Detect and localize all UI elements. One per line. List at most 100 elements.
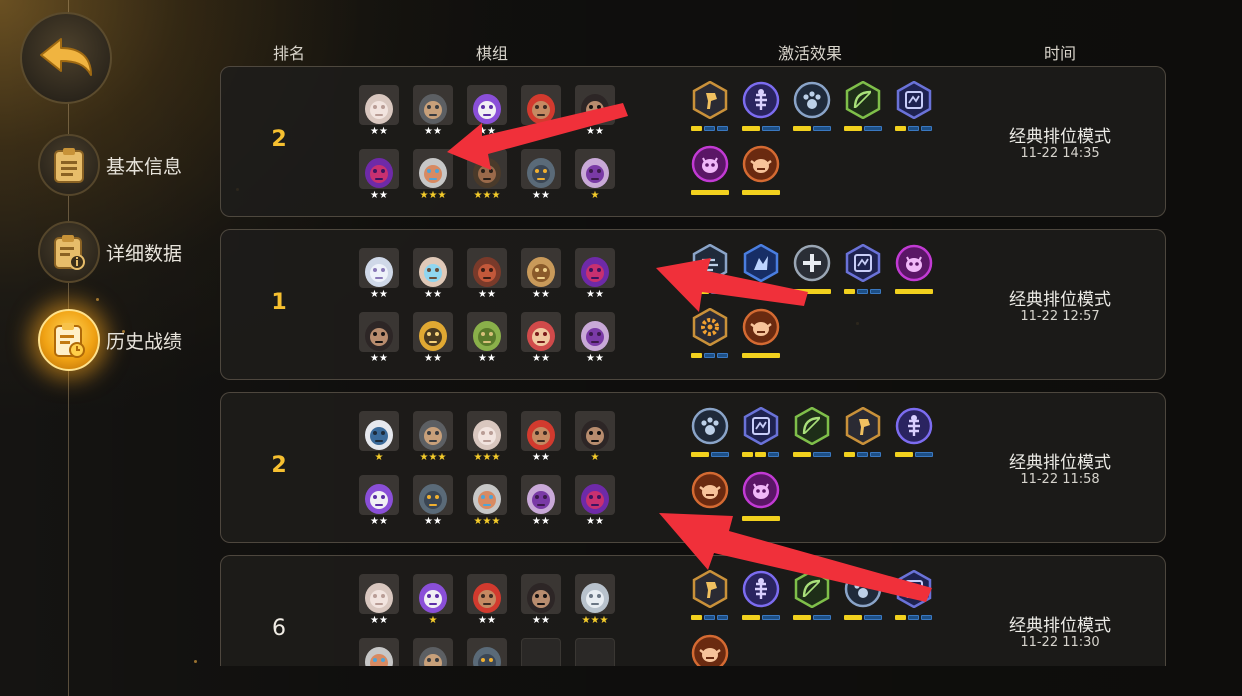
trait-badge[interactable] — [691, 243, 729, 283]
hero-portrait[interactable] — [575, 149, 615, 189]
hero-portrait[interactable] — [521, 149, 561, 189]
trait-badge[interactable] — [691, 407, 729, 445]
hero-portrait[interactable] — [575, 312, 615, 352]
hero-portrait[interactable] — [467, 638, 507, 666]
empty-hero-slot[interactable] — [575, 638, 615, 666]
trait-badge[interactable] — [742, 406, 780, 446]
hero-portrait[interactable] — [521, 312, 561, 352]
hero-portrait[interactable] — [413, 411, 453, 451]
trait-badge[interactable] — [742, 471, 780, 509]
hero-portrait[interactable] — [359, 411, 399, 451]
sidebar-item-basic-info[interactable]: 基本信息 — [38, 134, 182, 196]
hero-portrait[interactable] — [413, 475, 453, 515]
trait-badge[interactable] — [844, 243, 882, 283]
trait-badge[interactable] — [691, 471, 729, 509]
hero-portrait[interactable] — [359, 475, 399, 515]
sidebar-item-history[interactable]: 历史战绩 — [38, 309, 182, 371]
purple-demon-hero-icon — [575, 248, 615, 288]
hero-portrait[interactable] — [413, 85, 453, 125]
hero-portrait[interactable] — [575, 248, 615, 288]
hero-portrait[interactable] — [413, 149, 453, 189]
trait-badge[interactable] — [691, 145, 729, 183]
hero-portrait[interactable] — [467, 248, 507, 288]
trait-badge[interactable] — [793, 244, 831, 282]
trait-badge[interactable] — [742, 145, 780, 183]
masked-assassin-hero-icon — [521, 475, 561, 515]
trait-level-segment — [691, 353, 702, 358]
hero-stars: ★★ — [478, 353, 496, 364]
dark-swordsman-hero-icon — [575, 411, 615, 451]
trait-level-segment — [921, 615, 932, 620]
trait-level-segment — [704, 126, 715, 131]
hero-portrait[interactable] — [467, 85, 507, 125]
trait-level-bar — [742, 516, 780, 521]
trait-badge[interactable] — [793, 569, 831, 609]
clipboard-history-icon — [54, 323, 85, 358]
nav-icon-wrap — [38, 309, 100, 371]
hero-portrait[interactable] — [521, 85, 561, 125]
trait-level-bar — [691, 615, 728, 620]
trait-level-bar — [691, 516, 729, 521]
hero-portrait[interactable] — [359, 638, 399, 666]
hero-portrait[interactable] — [521, 475, 561, 515]
spellbook-icon — [743, 406, 779, 446]
trait-badge[interactable] — [895, 569, 933, 609]
match-card[interactable]: 2 ★★ ★★ ★★ ★★ ★★ ★★ ★★★ ★★★ ★★ ★ 经典排位模式 … — [220, 66, 1166, 217]
hero-stars: ★★ — [478, 615, 496, 626]
hero-portrait[interactable] — [413, 248, 453, 288]
hero-portrait[interactable] — [575, 574, 615, 614]
hero-portrait[interactable] — [521, 248, 561, 288]
trait-badge[interactable] — [844, 570, 882, 608]
trait-level-bar — [895, 289, 933, 294]
hero-portrait[interactable] — [467, 475, 507, 515]
trait-badge[interactable] — [691, 80, 729, 120]
hero-portrait[interactable] — [575, 85, 615, 125]
hero-portrait[interactable] — [467, 149, 507, 189]
trait-badge[interactable] — [691, 569, 729, 609]
trait-badge[interactable] — [742, 81, 780, 119]
trait-level-segment — [717, 615, 728, 620]
trait-level-segment — [691, 516, 729, 521]
trait-badge[interactable] — [895, 244, 933, 282]
trait-badge[interactable] — [742, 243, 780, 283]
hero-portrait[interactable] — [575, 475, 615, 515]
empty-hero-slot[interactable] — [521, 638, 561, 666]
red-bandana-hero-icon — [467, 574, 507, 614]
hero-portrait[interactable] — [359, 149, 399, 189]
hero-portrait[interactable] — [413, 638, 453, 666]
trait-badge[interactable] — [895, 80, 933, 120]
trait-badge[interactable] — [844, 80, 882, 120]
hero-stars: ★★★ — [581, 615, 609, 626]
match-history-list[interactable]: 2 ★★ ★★ ★★ ★★ ★★ ★★ ★★★ ★★★ ★★ ★ 经典排位模式 … — [220, 66, 1168, 666]
trait-badge[interactable] — [691, 634, 729, 666]
trait-badge[interactable] — [844, 406, 882, 446]
trait-badge[interactable] — [742, 570, 780, 608]
trait-badge[interactable] — [793, 406, 831, 446]
hero-portrait[interactable] — [521, 574, 561, 614]
hero-portrait[interactable] — [359, 574, 399, 614]
hero-portrait[interactable] — [359, 312, 399, 352]
trait-badge[interactable] — [793, 81, 831, 119]
fish-bone-icon — [895, 407, 933, 445]
trait-level-bar — [691, 353, 728, 358]
hero-portrait[interactable] — [521, 411, 561, 451]
hero-portrait[interactable] — [467, 411, 507, 451]
back-button[interactable] — [20, 12, 112, 104]
trait-badge[interactable] — [691, 307, 729, 347]
hero-portrait[interactable] — [575, 411, 615, 451]
match-card[interactable]: 1 ★★ ★★ ★★ ★★ ★★ ★★ ★★ ★★ ★★ ★★ 经典排位模式 1… — [220, 229, 1166, 380]
hero-portrait[interactable] — [413, 312, 453, 352]
hero-portrait[interactable] — [359, 85, 399, 125]
hero-portrait[interactable] — [413, 574, 453, 614]
hero-portrait[interactable] — [359, 248, 399, 288]
trait-level-segment — [908, 126, 919, 131]
hero-portrait[interactable] — [467, 574, 507, 614]
trait-badge[interactable] — [742, 308, 780, 346]
trait-badge[interactable] — [895, 407, 933, 445]
hooded-archer-hero-icon — [413, 85, 453, 125]
rank-value: 2 — [271, 453, 287, 478]
sidebar-item-detailed-data[interactable]: 详细数据 — [38, 221, 182, 283]
match-card[interactable]: 6 ★★ ★ ★★ ★★ ★★★ 经典排位模式 11-22 11:30 — [220, 555, 1166, 666]
hero-portrait[interactable] — [467, 312, 507, 352]
match-card[interactable]: 2 ★ ★★★ ★★★ ★★ ★ ★★ ★★ ★★★ ★★ ★★ 经典排位模式 … — [220, 392, 1166, 543]
